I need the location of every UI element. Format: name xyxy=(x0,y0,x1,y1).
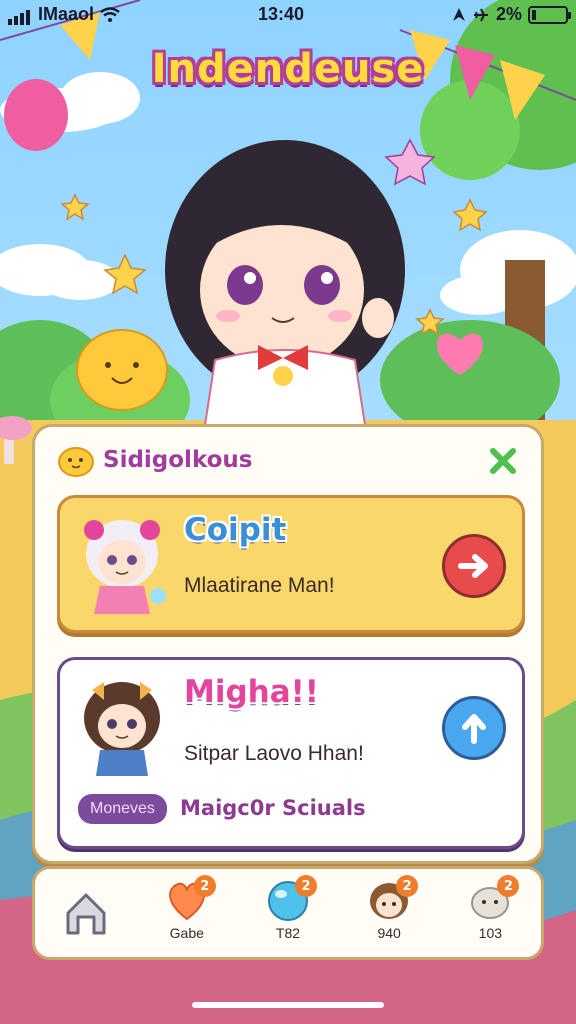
tag-description: Maigc0r Sciuals xyxy=(180,796,366,820)
status-right: 2% xyxy=(452,4,571,25)
nav-item-heart[interactable]: 2 Gabe xyxy=(142,873,232,953)
arrow-up-icon xyxy=(462,714,486,744)
character-name: Coipit xyxy=(184,512,287,548)
wifi-icon xyxy=(100,6,120,22)
arrow-right-icon xyxy=(458,554,488,578)
status-left: IMaaol xyxy=(8,4,120,25)
nav-item-bubble[interactable]: 2 T82 xyxy=(243,873,333,953)
close-icon[interactable] xyxy=(487,445,519,477)
upgrade-button[interactable] xyxy=(442,696,506,760)
home-icon xyxy=(66,893,106,935)
home-indicator[interactable] xyxy=(192,1002,384,1008)
go-button[interactable] xyxy=(442,534,506,598)
character-subtitle: Mlaatirane Man! xyxy=(184,574,335,597)
location-icon xyxy=(452,7,465,21)
nav-item-home[interactable] xyxy=(41,873,131,953)
character-avatar xyxy=(84,520,166,614)
clock: 13:40 xyxy=(258,4,305,24)
battery-percent: 2% xyxy=(495,4,522,24)
bottom-nav: 2 Gabe 2 T82 2 940 2 103 xyxy=(32,866,544,960)
character-card-migha[interactable]: Migha!! Sitpar Laovo Hhan! Moneves Maigc… xyxy=(57,657,525,849)
chick-icon xyxy=(58,447,94,477)
character-panel: Sidigolkous Coipit Mlaatirane Man! Migha… xyxy=(32,424,544,864)
notification-badge: 2 xyxy=(497,875,520,897)
signal-icon xyxy=(8,4,32,25)
character-name: Migha!! xyxy=(184,674,319,710)
carrier-label: IMaaol xyxy=(38,4,95,24)
airplane-icon xyxy=(473,8,488,21)
panel-title: Sidigolkous xyxy=(103,447,253,473)
nav-item-pet[interactable]: 2 103 xyxy=(445,873,535,953)
status-bar: IMaaol 13:40 2% xyxy=(0,0,576,30)
notification-badge: 2 xyxy=(193,875,216,897)
character-subtitle: Sitpar Laovo Hhan! xyxy=(184,742,364,765)
notification-badge: 2 xyxy=(294,875,317,897)
nav-label: Gabe xyxy=(169,925,204,941)
nav-label: 103 xyxy=(478,925,503,941)
notification-badge: 2 xyxy=(396,875,419,897)
nav-item-character[interactable]: 2 940 xyxy=(344,873,434,953)
panel-header: Sidigolkous xyxy=(57,443,253,477)
battery-icon xyxy=(528,5,571,24)
character-card-coipit[interactable]: Coipit Mlaatirane Man! xyxy=(57,495,525,633)
game-title: Indendeuse xyxy=(151,46,425,92)
character-avatar xyxy=(84,682,160,776)
nav-label: 940 xyxy=(377,925,401,941)
character-tag[interactable]: Moneves xyxy=(78,794,167,824)
nav-label: T82 xyxy=(275,925,301,941)
